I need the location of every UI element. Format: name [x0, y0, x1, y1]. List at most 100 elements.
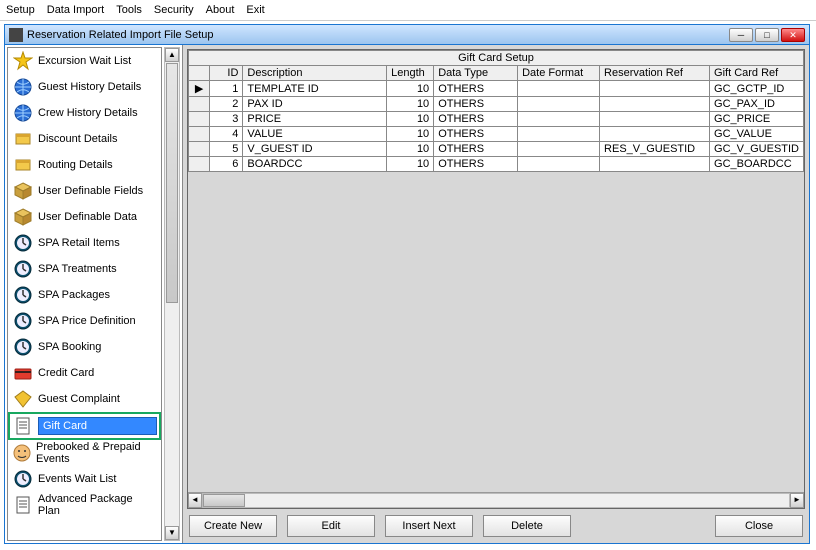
cell-length[interactable]: 10 — [387, 127, 434, 142]
row-indicator[interactable] — [189, 112, 210, 127]
sidebar-item-prebooked-prepaid-events[interactable]: Prebooked & Prepaid Events — [8, 440, 161, 466]
hscroll-right-arrow[interactable]: ► — [790, 493, 804, 508]
cell-date-format[interactable] — [518, 112, 600, 127]
cell-length[interactable]: 10 — [387, 142, 434, 157]
sidebar-item-user-definable-data[interactable]: User Definable Data — [8, 204, 161, 230]
create-new-button[interactable]: Create New — [189, 515, 277, 537]
col-rowheader[interactable] — [189, 66, 210, 81]
hscroll-thumb[interactable] — [203, 494, 245, 507]
cell-id[interactable]: 6 — [210, 157, 243, 172]
menu-about[interactable]: About — [206, 4, 235, 16]
sidebar-item-excursion-wait-list[interactable]: Excursion Wait List — [8, 48, 161, 74]
table-row[interactable]: 5V_GUEST ID10OTHERS RES_V_GUESTIDGC_V_GUE… — [189, 142, 804, 157]
cell-gift-card-ref[interactable]: GC_BOARDCC — [710, 157, 804, 172]
scroll-up-arrow[interactable]: ▲ — [165, 48, 179, 62]
cell-date-format[interactable] — [518, 157, 600, 172]
sidebar-item-spa-price-definition[interactable]: SPA Price Definition — [8, 308, 161, 334]
sidebar-item-spa-treatments[interactable]: SPA Treatments — [8, 256, 161, 282]
cell-gift-card-ref[interactable]: GC_PRICE — [710, 112, 804, 127]
scroll-thumb[interactable] — [166, 63, 178, 303]
sidebar-scrollbar[interactable]: ▲ ▼ — [164, 47, 180, 541]
cell-date-format[interactable] — [518, 97, 600, 112]
insert-next-button[interactable]: Insert Next — [385, 515, 473, 537]
sidebar-item-advanced-package-plan[interactable]: Advanced Package Plan — [8, 492, 161, 518]
row-indicator[interactable]: ▶ — [189, 81, 210, 97]
sidebar-item-gift-card[interactable]: Gift Card — [8, 412, 161, 440]
cell-gift-card-ref[interactable]: GC_VALUE — [710, 127, 804, 142]
col-date-format[interactable]: Date Format — [518, 66, 600, 81]
cell-length[interactable]: 10 — [387, 81, 434, 97]
col-gift-card-ref[interactable]: Gift Card Ref — [710, 66, 804, 81]
cell-description[interactable]: PRICE — [243, 112, 387, 127]
row-indicator[interactable] — [189, 142, 210, 157]
edit-button[interactable]: Edit — [287, 515, 375, 537]
cell-id[interactable]: 2 — [210, 97, 243, 112]
cell-gift-card-ref[interactable]: GC_PAX_ID — [710, 97, 804, 112]
col-reservation-ref[interactable]: Reservation Ref — [600, 66, 710, 81]
cell-description[interactable]: PAX ID — [243, 97, 387, 112]
cell-reservation-ref[interactable] — [600, 112, 710, 127]
col-length[interactable]: Length — [387, 66, 434, 81]
table-row[interactable]: 6BOARDCC10OTHERS GC_BOARDCC — [189, 157, 804, 172]
close-button[interactable]: Close — [715, 515, 803, 537]
menu-data-import[interactable]: Data Import — [47, 4, 104, 16]
cell-length[interactable]: 10 — [387, 112, 434, 127]
menu-setup[interactable]: Setup — [6, 4, 35, 16]
menu-exit[interactable]: Exit — [246, 4, 264, 16]
minimize-button[interactable]: ─ — [729, 28, 753, 42]
row-indicator[interactable] — [189, 157, 210, 172]
cell-data-type[interactable]: OTHERS — [434, 142, 518, 157]
cell-reservation-ref[interactable] — [600, 97, 710, 112]
table-row[interactable]: 2PAX ID10OTHERS GC_PAX_ID — [189, 97, 804, 112]
window-close-button[interactable]: ✕ — [781, 28, 805, 42]
col-description[interactable]: Description — [243, 66, 387, 81]
cell-date-format[interactable] — [518, 127, 600, 142]
cell-description[interactable]: BOARDCC — [243, 157, 387, 172]
cell-length[interactable]: 10 — [387, 157, 434, 172]
cell-reservation-ref[interactable]: RES_V_GUESTID — [600, 142, 710, 157]
hscroll-left-arrow[interactable]: ◄ — [188, 493, 202, 508]
cell-gift-card-ref[interactable]: GC_V_GUESTID — [710, 142, 804, 157]
sidebar-item-discount-details[interactable]: Discount Details — [8, 126, 161, 152]
cell-date-format[interactable] — [518, 142, 600, 157]
menu-security[interactable]: Security — [154, 4, 194, 16]
sidebar-item-user-definable-fields[interactable]: User Definable Fields — [8, 178, 161, 204]
sidebar-item-spa-retail-items[interactable]: SPA Retail Items — [8, 230, 161, 256]
delete-button[interactable]: Delete — [483, 515, 571, 537]
scroll-down-arrow[interactable]: ▼ — [165, 526, 179, 540]
cell-length[interactable]: 10 — [387, 97, 434, 112]
menu-tools[interactable]: Tools — [116, 4, 142, 16]
cell-data-type[interactable]: OTHERS — [434, 157, 518, 172]
sidebar-item-credit-card[interactable]: Credit Card — [8, 360, 161, 386]
row-indicator[interactable] — [189, 127, 210, 142]
table-row[interactable]: 3PRICE10OTHERSGC_PRICE — [189, 112, 804, 127]
cell-data-type[interactable]: OTHERS — [434, 112, 518, 127]
col-id[interactable]: ID — [210, 66, 243, 81]
cell-reservation-ref[interactable] — [600, 127, 710, 142]
cell-data-type[interactable]: OTHERS — [434, 81, 518, 97]
sidebar-item-guest-complaint[interactable]: Guest Complaint — [8, 386, 161, 412]
sidebar-item-crew-history-details[interactable]: Crew History Details — [8, 100, 161, 126]
cell-id[interactable]: 4 — [210, 127, 243, 142]
table-row[interactable]: 4VALUE10OTHERS GC_VALUE — [189, 127, 804, 142]
col-data-type[interactable]: Data Type — [434, 66, 518, 81]
cell-description[interactable]: V_GUEST ID — [243, 142, 387, 157]
cell-data-type[interactable]: OTHERS — [434, 97, 518, 112]
sidebar-item-spa-packages[interactable]: SPA Packages — [8, 282, 161, 308]
cell-data-type[interactable]: OTHERS — [434, 127, 518, 142]
sidebar-item-routing-details[interactable]: Routing Details — [8, 152, 161, 178]
hscroll-track[interactable] — [202, 493, 790, 508]
grid-hscroll[interactable]: ◄ ► — [188, 492, 804, 508]
cell-id[interactable]: 1 — [210, 81, 243, 97]
cell-reservation-ref[interactable] — [600, 157, 710, 172]
sidebar-item-events-wait-list[interactable]: Events Wait List — [8, 466, 161, 492]
row-indicator[interactable] — [189, 97, 210, 112]
maximize-button[interactable]: □ — [755, 28, 779, 42]
cell-id[interactable]: 5 — [210, 142, 243, 157]
cell-gift-card-ref[interactable]: GC_GCTP_ID — [710, 81, 804, 97]
cell-description[interactable]: VALUE — [243, 127, 387, 142]
cell-date-format[interactable] — [518, 81, 600, 97]
table-row[interactable]: ▶1TEMPLATE ID10OTHERSGC_GCTP_ID — [189, 81, 804, 97]
cell-reservation-ref[interactable] — [600, 81, 710, 97]
sidebar-item-spa-booking[interactable]: SPA Booking — [8, 334, 161, 360]
